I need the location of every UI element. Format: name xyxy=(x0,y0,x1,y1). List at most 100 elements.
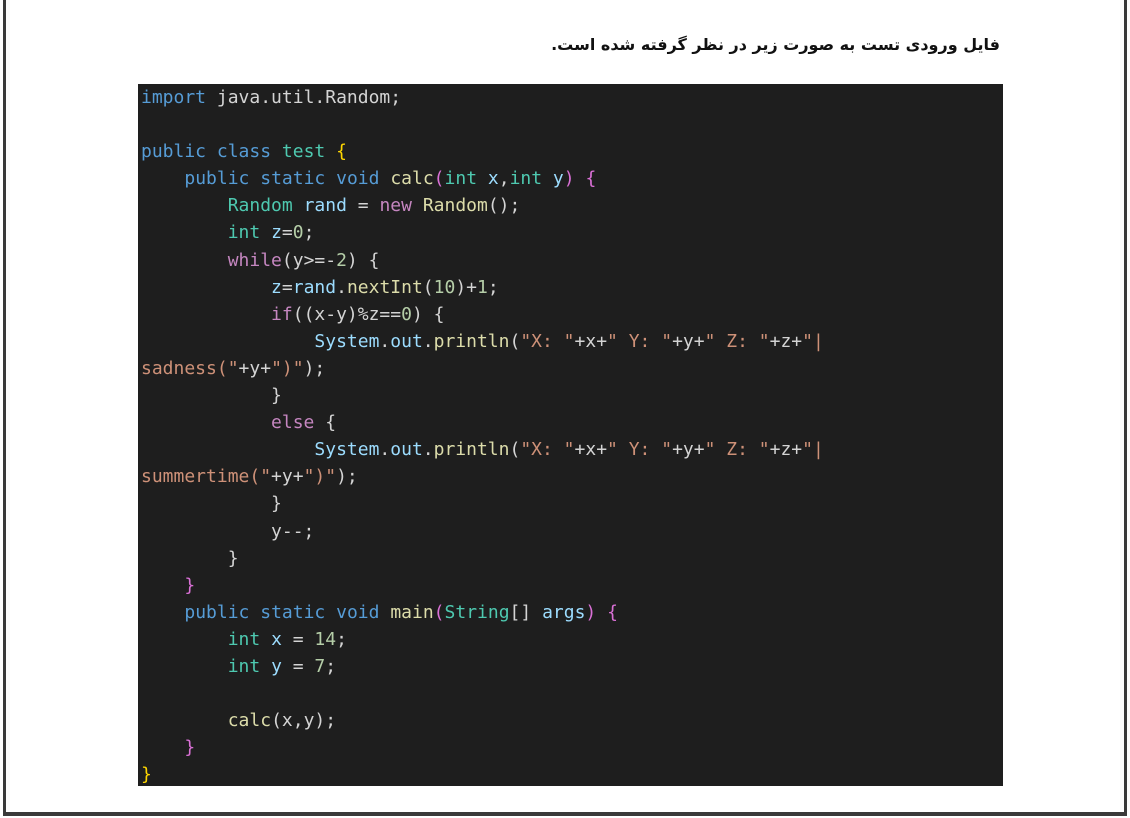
code-token: while xyxy=(227,249,282,271)
code-token: 1 xyxy=(477,276,488,298)
code-token: x xyxy=(487,168,499,190)
code-block: import java.util.Random; public class te… xyxy=(138,84,1003,786)
code-token: . xyxy=(379,439,391,461)
code-token: import xyxy=(141,87,207,108)
code-token: test xyxy=(281,141,326,163)
document-caption: فایل ورودی تست به صورت زیر در نظر گرفته … xyxy=(551,35,1000,54)
code-token: (x,y); xyxy=(271,710,337,732)
code-line: } xyxy=(141,382,1003,409)
code-token: = xyxy=(281,276,293,298)
code-token: ")" xyxy=(303,466,337,488)
code-line: int y = 7; xyxy=(141,653,1003,680)
code-token: out xyxy=(390,439,423,461)
code-token: "| xyxy=(802,330,824,352)
code-token: int xyxy=(227,655,261,677)
code-token: int xyxy=(509,168,543,190)
code-token: 14 xyxy=(314,628,337,650)
code-token: calc xyxy=(227,710,272,732)
code-token: " Z: " xyxy=(704,439,770,461)
code-token: y xyxy=(271,655,282,677)
code-token: { xyxy=(607,601,618,623)
code-line: System.out.println("X: "+x+" Y: "+y+" Z:… xyxy=(141,436,1003,463)
code-token: "X: " xyxy=(520,330,575,352)
code-token: ( xyxy=(509,330,521,352)
code-token: 0 xyxy=(401,303,412,325)
code-token: y xyxy=(552,168,564,190)
code-token: int xyxy=(444,168,478,190)
code-token: " Y: " xyxy=(607,330,673,352)
code-token: Random xyxy=(422,195,488,217)
code-token: String xyxy=(444,601,510,623)
code-token: +x+ xyxy=(574,439,608,461)
code-token: ((x-y)%z== xyxy=(292,303,402,325)
code-token: rand xyxy=(292,276,337,298)
code-token: sadness(" xyxy=(141,357,239,379)
code-line: calc(x,y); xyxy=(141,707,1003,734)
code-line: public class test { xyxy=(141,138,1003,165)
code-token: ) { xyxy=(346,249,380,271)
code-token: "| xyxy=(802,439,824,461)
code-token: . xyxy=(379,330,391,352)
code-token: int xyxy=(227,628,261,650)
code-token: ( xyxy=(433,168,445,190)
code-token: = xyxy=(281,655,315,677)
code-token: public xyxy=(141,141,207,163)
code-token: +y+ xyxy=(672,439,705,461)
code-token: +y+ xyxy=(672,330,705,352)
code-line: Random rand = new Random(); xyxy=(141,192,1003,219)
code-token: = xyxy=(281,628,315,650)
code-token: +y+ xyxy=(271,466,304,488)
code-token: rand xyxy=(303,195,347,217)
code-token: { xyxy=(336,141,347,163)
code-line: } xyxy=(141,761,1003,786)
code-token: public xyxy=(184,168,250,190)
code-line: else { xyxy=(141,409,1003,436)
code-token: )+ xyxy=(455,276,478,298)
code-token: ( xyxy=(509,439,521,461)
code-token: . xyxy=(422,330,434,352)
code-token: ( xyxy=(433,601,445,623)
code-token: , xyxy=(498,168,510,190)
code-line: summertime("+y+")"); xyxy=(141,463,1003,490)
code-token: Random xyxy=(227,195,293,217)
code-token: new xyxy=(379,195,412,217)
code-token: { xyxy=(585,168,597,190)
code-line: z=rand.nextInt(10)+1; xyxy=(141,274,1003,301)
code-token: 2 xyxy=(336,249,347,271)
code-token: static xyxy=(260,601,326,623)
code-token: . xyxy=(336,276,347,298)
code-token: ; xyxy=(487,276,499,298)
code-token: "X: " xyxy=(520,439,575,461)
code-token: ) { xyxy=(411,303,445,325)
code-token: out xyxy=(390,330,423,352)
code-token: ")" xyxy=(271,357,304,379)
code-token: +z+ xyxy=(769,439,803,461)
code-token: void xyxy=(336,601,380,623)
code-token: = xyxy=(346,195,380,217)
code-token: " Z: " xyxy=(704,330,770,352)
code-token: } xyxy=(184,574,196,596)
code-line: sadness("+y+")"); xyxy=(141,355,1003,382)
code-token: else xyxy=(271,412,315,434)
code-token: main xyxy=(390,601,434,623)
code-token: . xyxy=(422,439,434,461)
